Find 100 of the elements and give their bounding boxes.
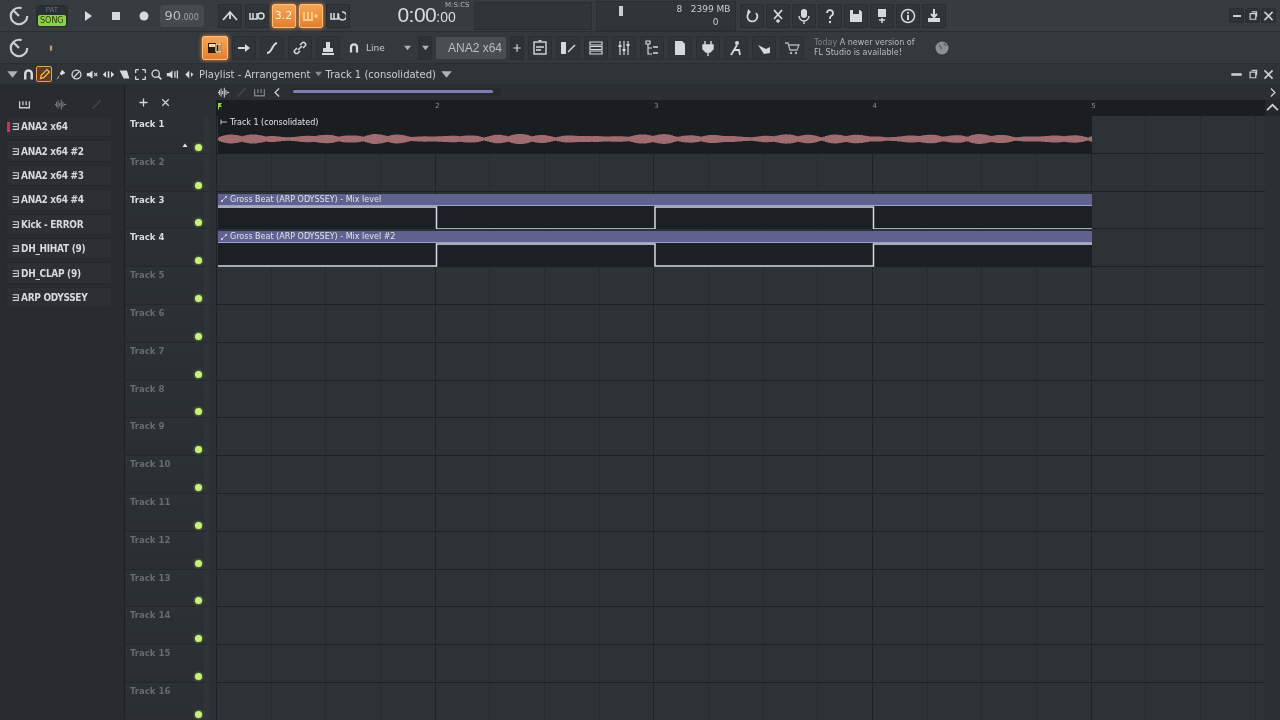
snap-dropdown[interactable]: Line xyxy=(364,37,414,58)
automation-icon xyxy=(220,195,228,204)
microphone-button[interactable] xyxy=(791,3,816,28)
track-header[interactable]: Track 1 xyxy=(125,116,209,154)
add-channel-button[interactable] xyxy=(510,35,524,60)
channel-item[interactable]: ARP ODYSSEY xyxy=(6,286,112,309)
help-button[interactable] xyxy=(817,3,842,28)
track-enable-led[interactable] xyxy=(195,710,202,718)
info-icon xyxy=(899,7,916,24)
automation-icon xyxy=(220,232,228,241)
channel-icon xyxy=(11,219,20,229)
save-button[interactable] xyxy=(843,3,868,28)
mixer-button[interactable] xyxy=(612,35,636,60)
playlist-button[interactable] xyxy=(528,35,552,60)
track-enable-led[interactable] xyxy=(195,521,202,529)
draw-tool-button[interactable] xyxy=(36,66,52,82)
cart-button[interactable] xyxy=(780,35,804,60)
channel-item[interactable]: DH_CLAP (9) xyxy=(6,262,112,284)
automation-clip[interactable]: Gross Beat (ARP ODYSSEY) - Mix level #2 xyxy=(218,231,1092,268)
track-header[interactable]: Track 3 xyxy=(125,191,209,230)
download-icon xyxy=(925,7,942,24)
track-enable-led[interactable] xyxy=(195,370,202,378)
track-name: Track 1 xyxy=(130,118,165,129)
download-button[interactable] xyxy=(921,3,946,28)
playback-tool-icon xyxy=(165,67,179,81)
automation-clip[interactable]: Gross Beat (ARP ODYSSEY) - Mix level xyxy=(218,193,1092,230)
channel-menu-button[interactable] xyxy=(418,35,432,60)
zoom-tool-icon xyxy=(149,67,163,81)
track-name: Track 13 xyxy=(130,571,171,583)
track-enable-led[interactable] xyxy=(195,408,202,416)
channel-selector[interactable]: ANA2 x64 xyxy=(436,36,506,59)
microphone-icon xyxy=(795,7,812,24)
track-enable-led[interactable] xyxy=(195,332,202,340)
track-enable-led[interactable] xyxy=(195,257,202,265)
browser-button[interactable] xyxy=(640,35,664,60)
mode-label[interactable]: SONG xyxy=(38,14,66,26)
link-button[interactable] xyxy=(288,35,312,60)
info-button[interactable] xyxy=(895,3,920,28)
track-enable-led[interactable] xyxy=(195,143,202,151)
channel-item[interactable]: ANA2 x64 #3 xyxy=(6,164,112,187)
export-button[interactable] xyxy=(869,3,894,28)
stamp-button[interactable] xyxy=(316,35,340,60)
track-name: Track 2 xyxy=(130,155,165,167)
channel-icon xyxy=(11,146,20,156)
cut-button[interactable] xyxy=(765,3,790,28)
channel-item[interactable]: DH_HIHAT (9) xyxy=(6,237,112,260)
track-enable-led[interactable] xyxy=(195,181,202,189)
caret-icon xyxy=(403,44,412,51)
news-message[interactable]: Today A newer version of FL Studio is available! xyxy=(814,37,926,58)
scroll-thumb[interactable] xyxy=(293,90,493,93)
track-enable-led[interactable] xyxy=(195,559,202,567)
channel-rack-button[interactable] xyxy=(584,35,608,60)
arrow-button[interactable] xyxy=(232,35,256,60)
track-name: Track 7 xyxy=(130,344,165,356)
track-enable-led[interactable] xyxy=(195,597,202,605)
volume-knob[interactable] xyxy=(8,4,30,27)
window-title: Playlist - Arrangement xyxy=(198,68,312,80)
select-tool-button[interactable] xyxy=(132,66,148,82)
mixer-icon xyxy=(616,39,632,56)
clip-name: Track 1 (consolidated) xyxy=(230,117,319,127)
channel-icon xyxy=(11,195,20,205)
minimize-button[interactable] xyxy=(1229,8,1244,23)
audio-clip[interactable]: Track 1 (consolidated) xyxy=(218,116,1092,153)
undo-button[interactable] xyxy=(739,3,764,28)
pattern-name[interactable]: Track 1 (consolidated) xyxy=(322,68,439,80)
magnet-icon xyxy=(348,41,360,54)
document-button[interactable] xyxy=(668,35,692,60)
horizontal-scrollbar[interactable] xyxy=(291,88,501,96)
step-button[interactable] xyxy=(298,3,323,28)
track-enable-led[interactable] xyxy=(195,219,202,227)
plugin-button[interactable] xyxy=(696,35,720,60)
playhead-marker-icon[interactable] xyxy=(216,101,224,111)
track-enable-led[interactable] xyxy=(195,483,202,491)
curve-button[interactable] xyxy=(260,35,284,60)
track-enable-led[interactable] xyxy=(195,446,202,454)
loop-button[interactable] xyxy=(325,3,350,28)
tempo-display[interactable]: 90.000 xyxy=(159,4,204,27)
piano-roll-button[interactable] xyxy=(556,35,580,60)
zoom-tool-button[interactable] xyxy=(148,66,164,82)
metronome-button[interactable] xyxy=(217,3,242,28)
figure-button[interactable] xyxy=(724,35,748,60)
track-name: Track 8 xyxy=(130,382,165,394)
track-header[interactable]: Track 4 xyxy=(125,229,209,268)
playlist-toggle-button[interactable] xyxy=(202,35,228,60)
channel-item[interactable]: ANA2 x64 #2 xyxy=(6,140,112,162)
track-enable-led[interactable] xyxy=(195,635,202,643)
pitch-knob[interactable] xyxy=(8,36,30,59)
restore-button[interactable] xyxy=(1245,8,1260,23)
close-button[interactable] xyxy=(1261,8,1276,23)
track-name: Track 12 xyxy=(130,533,171,545)
wait-button[interactable] xyxy=(244,3,269,28)
channel-item[interactable]: ANA2 x64 #4 xyxy=(6,189,112,211)
channel-item[interactable]: Kick - ERROR xyxy=(6,213,112,235)
delete-tool-button[interactable] xyxy=(68,66,84,82)
clip-name: Gross Beat (ARP ODYSSEY) - Mix level #2 xyxy=(230,232,396,242)
add-track-icon xyxy=(136,95,150,109)
playlist-icon xyxy=(532,39,548,56)
channel-item[interactable]: ANA2 x64 xyxy=(6,116,112,138)
track-enable-led[interactable] xyxy=(195,672,202,680)
track-enable-led[interactable] xyxy=(195,295,202,302)
